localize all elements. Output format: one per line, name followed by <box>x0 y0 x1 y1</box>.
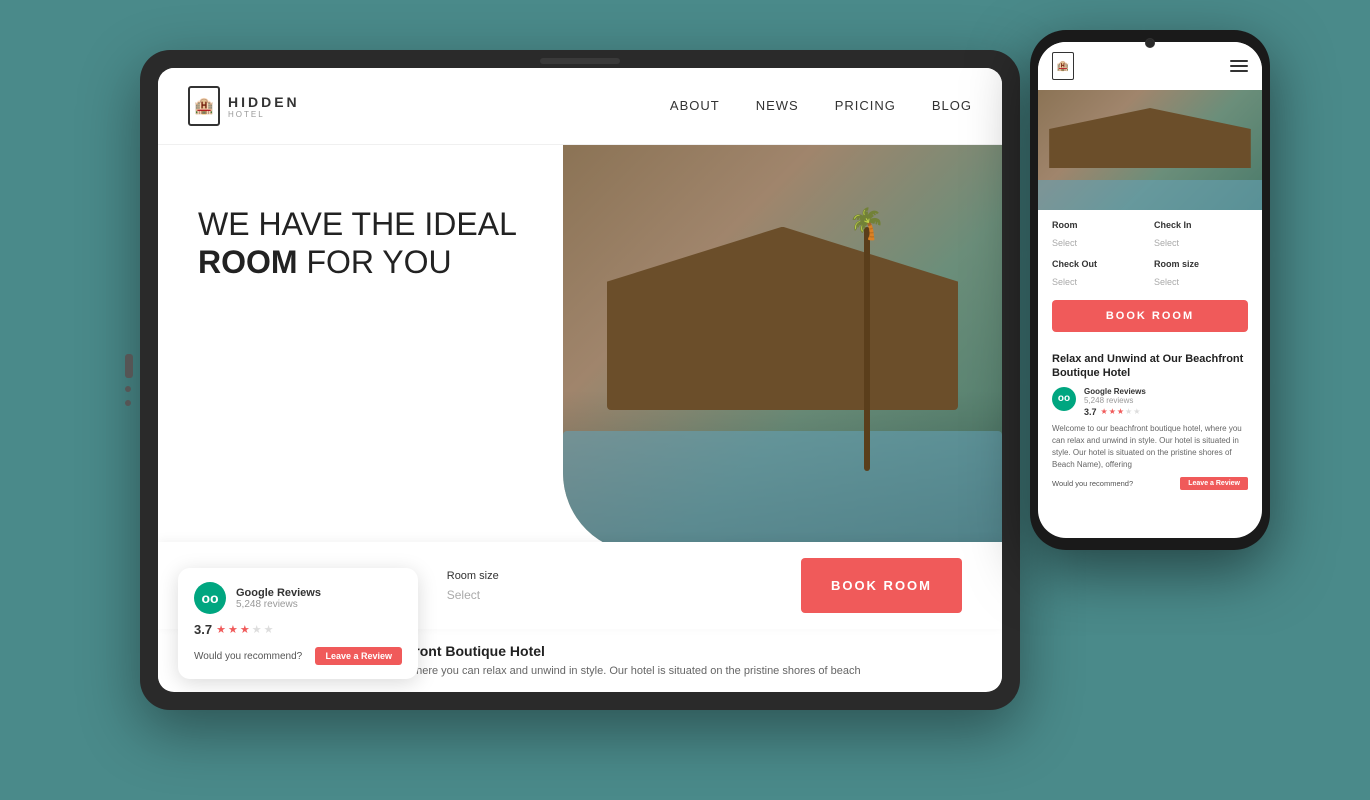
phone-rating-num: 3.7 <box>1084 407 1097 417</box>
review-source: Google Reviews <box>236 587 321 599</box>
leave-review-button[interactable]: Leave a Review <box>315 647 402 665</box>
phone-star-4: ★ <box>1125 407 1132 416</box>
hero-heading-line1: WE HAVE THE IDEAL <box>198 205 972 243</box>
phone-booking-form: Room Select Check In Select Check Out Se… <box>1038 210 1262 342</box>
brand-subtitle: HOTEL <box>228 110 300 119</box>
rating-number: 3.7 <box>194 622 212 637</box>
nav-pricing[interactable]: PRICING <box>835 97 896 115</box>
star-3: ★ <box>240 623 250 636</box>
tablet-logo: HIDDEN HOTEL <box>188 86 300 126</box>
phone-checkout-field[interactable]: Check Out Select <box>1052 259 1146 290</box>
phone-star-3: ★ <box>1117 407 1124 416</box>
tablet-side-buttons <box>125 354 133 406</box>
hamburger-line-3 <box>1230 70 1248 72</box>
phone-logo-icon: 🏨 <box>1052 52 1074 80</box>
brand-name: HIDDEN <box>228 94 300 110</box>
phone-review-count: 5,248 reviews <box>1084 396 1146 405</box>
review-count: 5,248 reviews <box>236 599 321 610</box>
logo-text-group: HIDDEN HOTEL <box>228 94 300 119</box>
phone-content: Relax and Unwind at Our Beachfront Bouti… <box>1038 342 1262 538</box>
roomsize-field[interactable]: Room size Select <box>447 570 499 602</box>
phone-room-field[interactable]: Room Select <box>1052 220 1146 251</box>
phone-review-info: Google Reviews 5,248 reviews 3.7 ★ ★ ★ ★… <box>1084 387 1146 417</box>
phone-tripadvisor-icon: oo <box>1052 387 1076 411</box>
tablet-camera <box>540 58 620 64</box>
star-rating: ★ ★ ★ ★ ★ <box>216 623 273 636</box>
hero-heading: WE HAVE THE IDEAL ROOM FOR YOU <box>198 205 972 282</box>
phone-content-text: Welcome to our beachfront boutique hotel… <box>1052 423 1248 471</box>
tablet-navbar: HIDDEN HOTEL ABOUT NEWS PRICING BLOG <box>158 68 1002 145</box>
phone-checkin-field[interactable]: Check In Select <box>1154 220 1248 251</box>
nav-links: ABOUT NEWS PRICING BLOG <box>670 97 972 115</box>
nav-blog[interactable]: BLOG <box>932 97 972 115</box>
phone-leave-review-button[interactable]: Leave a Review <box>1180 477 1248 490</box>
phone-star-1: ★ <box>1101 407 1108 416</box>
tablet-hero: WE HAVE THE IDEAL ROOM FOR YOU Room <box>158 145 1002 689</box>
phone-checkin-label: Check In <box>1154 220 1248 230</box>
phone-room-label: Room <box>1052 220 1146 230</box>
phone-recommend-text: Would you recommend? <box>1052 479 1133 488</box>
phone-star-2: ★ <box>1109 407 1116 416</box>
roomsize-label: Room size <box>447 570 499 582</box>
phone-screen: 🏨 Room Select Check In Select <box>1038 42 1262 538</box>
phone-room-select[interactable]: Select <box>1052 238 1077 248</box>
phone-roomsize-label: Room size <box>1154 259 1248 269</box>
phone-star-5: ★ <box>1133 407 1140 416</box>
phone-camera <box>1145 38 1155 48</box>
star-2: ★ <box>228 623 238 636</box>
recommend-text: Would you recommend? <box>194 651 302 662</box>
roomsize-select[interactable]: Select <box>447 588 499 602</box>
phone-checkout-label: Check Out <box>1052 259 1146 269</box>
hamburger-icon[interactable] <box>1230 60 1248 72</box>
nav-news[interactable]: NEWS <box>756 97 799 115</box>
phone-star-rating: 3.7 ★ ★ ★ ★ ★ <box>1084 407 1146 417</box>
tripadvisor-icon: oo <box>194 582 226 614</box>
phone-navbar: 🏨 <box>1038 42 1262 90</box>
phone-hotel-roof <box>1049 108 1251 168</box>
phone-review-card: oo Google Reviews 5,248 reviews 3.7 ★ ★ … <box>1052 387 1248 417</box>
tablet-device: HIDDEN HOTEL ABOUT NEWS PRICING BLOG WE … <box>140 50 1020 710</box>
nav-about[interactable]: ABOUT <box>670 97 720 115</box>
hero-heading-line2: ROOM FOR YOU <box>198 243 972 281</box>
phone-content-title: Relax and Unwind at Our Beachfront Bouti… <box>1052 352 1248 381</box>
star-4: ★ <box>252 623 262 636</box>
review-info: Google Reviews 5,248 reviews <box>236 587 321 610</box>
book-room-button[interactable]: BOOK ROOM <box>801 558 962 613</box>
phone-hero-image <box>1038 90 1262 210</box>
phone-roomsize-select[interactable]: Select <box>1154 277 1179 287</box>
tablet-button <box>125 400 131 406</box>
tablet-button <box>125 386 131 392</box>
review-rating: 3.7 ★ ★ ★ ★ ★ <box>194 622 402 637</box>
phone-device: 🏨 Room Select Check In Select <box>1030 30 1270 550</box>
star-1: ★ <box>216 623 226 636</box>
tablet-screen: HIDDEN HOTEL ABOUT NEWS PRICING BLOG WE … <box>158 68 1002 692</box>
hero-bold-word: ROOM <box>198 244 298 280</box>
star-5: ★ <box>264 623 274 636</box>
phone-review-source: Google Reviews <box>1084 387 1146 396</box>
hotel-logo-icon <box>188 86 220 126</box>
phone-review-footer: Would you recommend? Leave a Review <box>1052 477 1248 490</box>
review-footer: Would you recommend? Leave a Review <box>194 647 402 665</box>
review-header: oo Google Reviews 5,248 reviews <box>194 582 402 614</box>
hamburger-line-2 <box>1230 65 1248 67</box>
review-card: oo Google Reviews 5,248 reviews 3.7 ★ ★ … <box>178 568 418 679</box>
phone-checkout-select[interactable]: Select <box>1052 277 1077 287</box>
phone-booking-grid: Room Select Check In Select Check Out Se… <box>1052 220 1248 290</box>
tablet-volume-button <box>125 354 133 378</box>
phone-roomsize-field[interactable]: Room size Select <box>1154 259 1248 290</box>
phone-book-room-button[interactable]: BOOK ROOM <box>1052 300 1248 332</box>
phone-hotel-water <box>1038 180 1262 210</box>
hero-rest: FOR YOU <box>298 244 452 280</box>
hamburger-line-1 <box>1230 60 1248 62</box>
phone-checkin-select[interactable]: Select <box>1154 238 1179 248</box>
